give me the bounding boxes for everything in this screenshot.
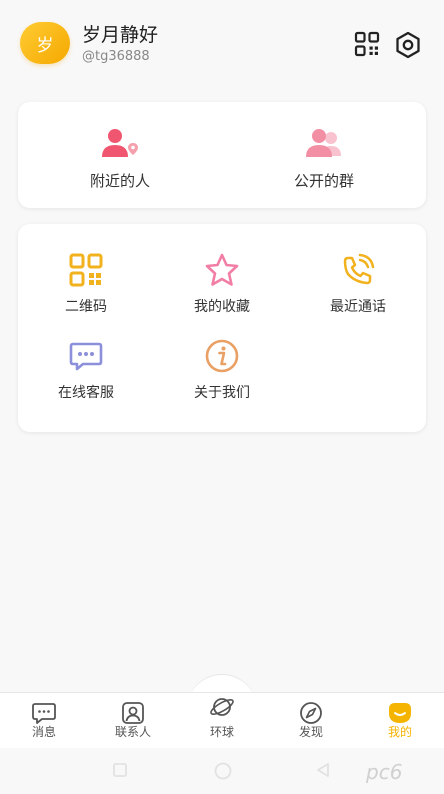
compass-icon <box>300 702 322 724</box>
watermark-logo: pc6 <box>366 760 403 784</box>
info-icon <box>205 339 239 373</box>
public-group-icon <box>306 129 341 157</box>
tab-contacts[interactable]: 联系人 <box>89 693 177 749</box>
username: 岁月静好 <box>82 24 159 46</box>
avatar-text: 岁 <box>36 35 54 56</box>
star-icon <box>205 253 239 286</box>
qr-code-icon <box>69 253 103 287</box>
about-us-entry[interactable]: 关于我们 <box>154 310 290 401</box>
tab-me-label: 我的 <box>387 725 412 739</box>
favorites-entry[interactable]: 我的收藏 <box>154 224 290 315</box>
tab-global[interactable]: 环球 <box>178 693 266 749</box>
nearby-people-icon <box>102 129 138 157</box>
tab-messages[interactable]: 消息 <box>0 693 88 749</box>
tab-contacts-label: 联系人 <box>114 725 151 739</box>
nearby-people-entry[interactable]: 附近的人 <box>18 102 222 208</box>
tab-discover[interactable]: 发现 <box>267 693 355 749</box>
public-group-entry[interactable]: 公开的群 <box>222 102 426 208</box>
back-icon[interactable] <box>316 762 330 778</box>
tab-messages-label: 消息 <box>31 725 56 739</box>
nearby-people-label: 附近的人 <box>89 172 150 190</box>
recent-apps-icon[interactable] <box>112 762 128 778</box>
qr-code-button[interactable] <box>354 31 380 57</box>
recent-calls-entry[interactable]: 最近通话 <box>290 224 426 315</box>
online-support-entry[interactable]: 在线客服 <box>18 310 154 401</box>
bottom-tab-bar: 消息 联系人 环球 发现 我的 <box>0 692 444 748</box>
planet-icon <box>210 698 234 716</box>
social-card: 附近的人 公开的群 <box>18 102 426 208</box>
profile-header: 岁 岁月静好 @tg36888 <box>0 0 444 90</box>
tools-card: 二维码 我的收藏 最近通话 在线客服 关于我们 <box>18 224 426 432</box>
settings-button[interactable] <box>394 31 422 59</box>
user-handle: @tg36888 <box>82 49 150 64</box>
phone-call-icon <box>343 253 375 285</box>
public-group-label: 公开的群 <box>293 172 354 190</box>
chat-bubble-icon <box>69 342 103 371</box>
message-icon <box>32 703 56 724</box>
me-icon <box>389 703 411 723</box>
tab-me[interactable]: 我的 <box>356 693 444 749</box>
contacts-icon <box>122 702 144 724</box>
recent-calls-label: 最近通话 <box>330 299 386 315</box>
tab-global-label: 环球 <box>209 725 234 739</box>
about-us-label: 关于我们 <box>194 385 250 401</box>
qr-code-entry[interactable]: 二维码 <box>18 224 154 315</box>
online-support-label: 在线客服 <box>58 385 114 401</box>
settings-hexagon-icon <box>396 31 420 59</box>
tab-discover-label: 发现 <box>298 725 323 739</box>
home-icon[interactable] <box>212 762 234 780</box>
qr-code-icon <box>354 31 380 57</box>
avatar[interactable]: 岁 <box>20 22 70 64</box>
